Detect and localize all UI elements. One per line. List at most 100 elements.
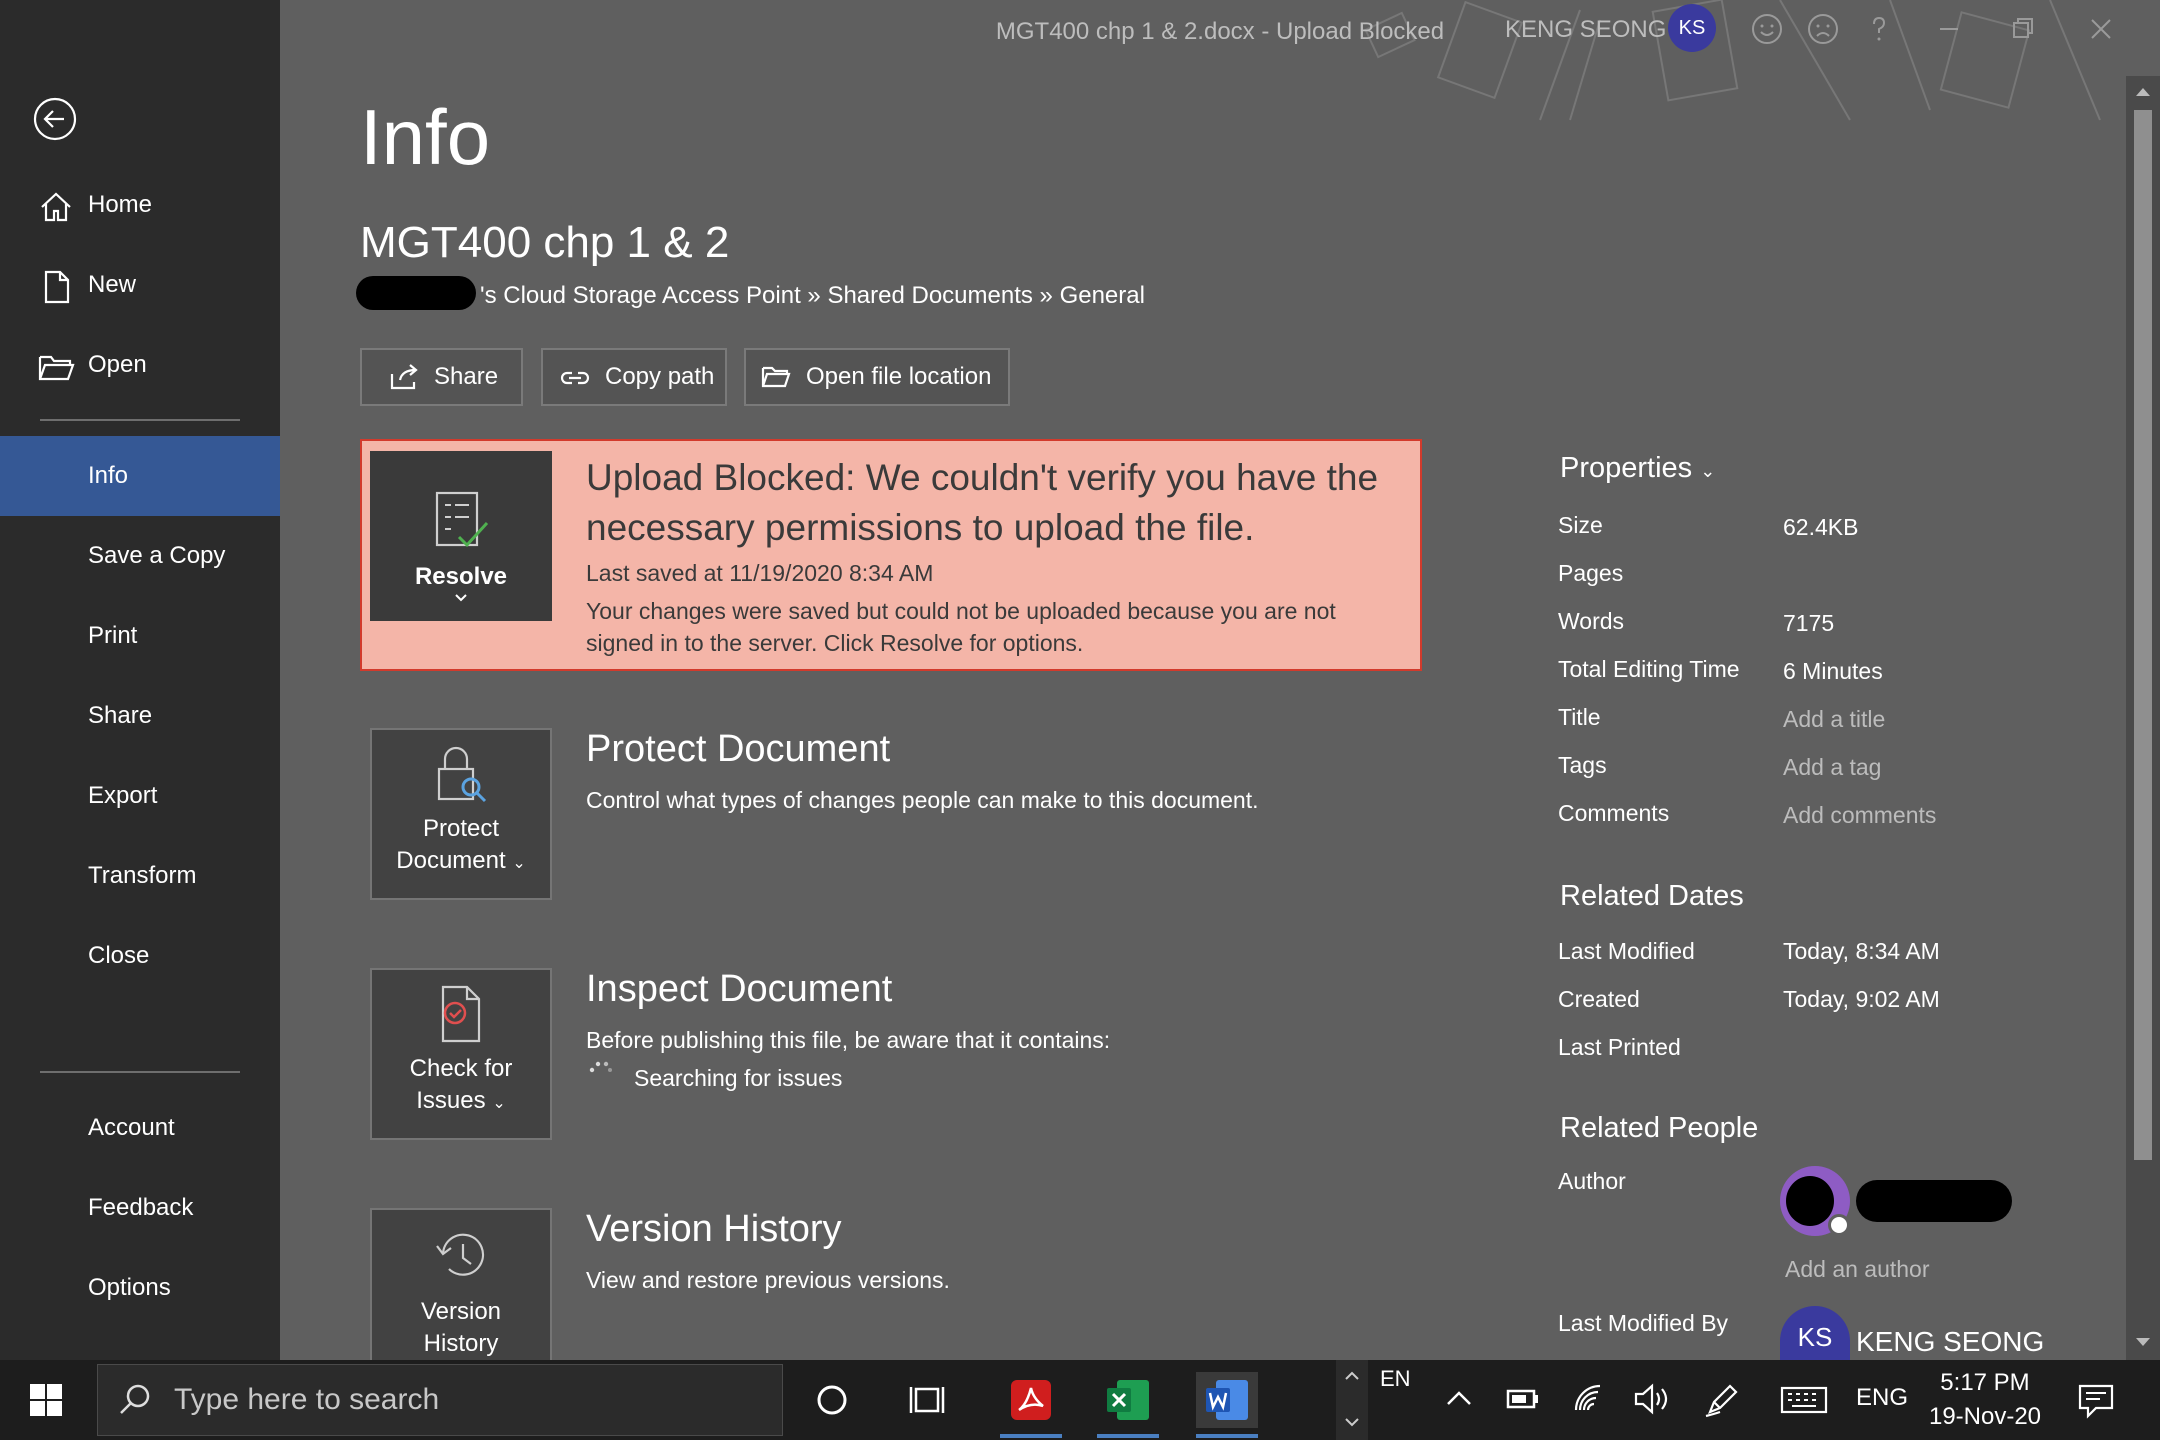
redaction-mark (1856, 1180, 2012, 1222)
date-label-created: Created (1558, 986, 1640, 1012)
notifications-icon[interactable] (2076, 1380, 2116, 1420)
nav-info[interactable]: Info (0, 436, 280, 516)
nav-transform[interactable]: Transform (0, 836, 280, 916)
nav-options[interactable]: Options (0, 1248, 280, 1328)
nav-account[interactable]: Account (0, 1088, 280, 1168)
close-window-icon[interactable] (2084, 12, 2118, 46)
windows-start-icon[interactable] (28, 1382, 64, 1418)
date-value-last-modified: Today, 8:34 AM (1783, 938, 1940, 964)
open-file-location-label: Open file location (806, 363, 992, 390)
inspect-tile-label-2-text: Issues (416, 1087, 486, 1114)
task-view-button[interactable] (896, 1372, 958, 1428)
taskbar-search-box[interactable]: Type here to search (97, 1364, 783, 1436)
taskbar-clock[interactable]: 5:17 PM 19-Nov-20 (1925, 1366, 2045, 1434)
nav-feedback-label: Feedback (88, 1194, 194, 1221)
nav-info-label: Info (88, 462, 129, 489)
properties-dropdown[interactable]: Properties ⌄ (1560, 452, 1715, 485)
inspect-tile-label-1: Check for (409, 1055, 513, 1082)
volume-icon[interactable] (1632, 1382, 1672, 1416)
nav-new-label: New (88, 271, 137, 298)
nav-export[interactable]: Export (0, 756, 280, 836)
redaction-mark (356, 276, 476, 310)
frown-feedback-icon[interactable] (1806, 12, 1840, 46)
share-icon (390, 364, 418, 390)
word-icon (1206, 1380, 1248, 1420)
share-button[interactable]: Share (360, 348, 523, 406)
back-arrow-icon (33, 97, 77, 141)
date-label-last-modified: Last Modified (1558, 938, 1695, 964)
open-folder-icon (38, 355, 75, 381)
help-icon[interactable] (1862, 12, 1896, 46)
prop-value-tags[interactable]: Add a tag (1783, 754, 1881, 781)
resolve-label: Resolve (414, 563, 508, 590)
backstage-sidebar: Home New Open Info Save a Copy Print Sha… (0, 0, 280, 1360)
search-icon (120, 1384, 150, 1414)
lang-indicator[interactable]: EN (1380, 1366, 1411, 1392)
nav-new[interactable]: New (0, 245, 280, 325)
upload-blocked-alert: Resolve Upload Blocked: We couldn't veri… (360, 439, 1422, 671)
inspect-heading: Inspect Document (586, 968, 893, 1010)
protect-document-button[interactable]: Protect Document ⌄ (370, 728, 552, 900)
scroll-down-arrow-icon[interactable] (2132, 1332, 2154, 1352)
user-name: KENG SEONG (1505, 16, 1667, 43)
wifi-icon[interactable] (1572, 1382, 1608, 1416)
scroll-thumb[interactable] (2134, 110, 2152, 1160)
nav-open[interactable]: Open (0, 325, 280, 405)
prop-label-editing-time: Total Editing Time (1558, 656, 1740, 682)
show-hidden-icons-chevron-icon[interactable] (1442, 1382, 1476, 1416)
nav-home[interactable]: Home (0, 165, 280, 245)
copy-path-button[interactable]: Copy path (541, 348, 727, 406)
nav-export-label: Export (88, 782, 158, 809)
open-file-location-button[interactable]: Open file location (744, 348, 1010, 406)
running-indicator (1097, 1434, 1159, 1438)
author-avatar[interactable] (1780, 1166, 1850, 1236)
home-icon (41, 192, 71, 222)
presence-status-icon (1828, 1214, 1850, 1236)
prop-label-title: Title (1558, 704, 1601, 730)
smile-feedback-icon[interactable] (1750, 12, 1784, 46)
scroll-up-arrow-icon[interactable] (2132, 82, 2154, 102)
restore-icon[interactable] (2006, 12, 2040, 46)
chevron-down-icon: ⌄ (492, 1095, 506, 1112)
back-button[interactable] (32, 96, 78, 142)
title-bar: MGT400 chp 1 & 2.docx - Upload Blocked K… (280, 0, 2160, 121)
taskbar-word[interactable] (1196, 1372, 1258, 1438)
resolve-button[interactable]: Resolve (370, 451, 552, 621)
document-name: MGT400 chp 1 & 2 (360, 218, 730, 267)
pen-workspace-icon[interactable] (1704, 1382, 1740, 1418)
nav-feedback[interactable]: Feedback (0, 1168, 280, 1248)
nav-print[interactable]: Print (0, 596, 280, 676)
prop-value-title[interactable]: Add a title (1783, 706, 1885, 733)
cortana-button[interactable] (801, 1372, 863, 1428)
taskbar-excel[interactable] (1097, 1372, 1159, 1438)
prop-label-size: Size (1558, 512, 1603, 538)
chevron-down-icon: ⌄ (1700, 461, 1716, 481)
nav-open-label: Open (88, 351, 147, 378)
input-language[interactable]: ENG (1856, 1384, 1908, 1412)
touch-keyboard-icon[interactable] (1780, 1384, 1828, 1416)
version-history-button[interactable]: Version History (370, 1208, 552, 1380)
nav-close[interactable]: Close (0, 916, 280, 996)
running-indicator (1196, 1434, 1258, 1438)
nav-save-a-copy[interactable]: Save a Copy (0, 516, 280, 596)
loading-spinner-icon (589, 1061, 612, 1073)
protect-tile-label-2: Document ⌄ (396, 845, 525, 880)
nav-options-label: Options (88, 1274, 171, 1301)
prop-value-comments[interactable]: Add comments (1783, 802, 1936, 829)
alert-message: Your changes were saved but could not be… (586, 598, 1336, 656)
task-view-icon (909, 1387, 945, 1413)
vertical-scrollbar[interactable] (2126, 76, 2160, 1360)
check-for-issues-button[interactable]: Check for Issues ⌄ (370, 968, 552, 1140)
battery-icon[interactable] (1505, 1382, 1541, 1416)
version-heading: Version History (586, 1208, 842, 1250)
nav-share[interactable]: Share (0, 676, 280, 756)
date-label-last-printed: Last Printed (1558, 1034, 1681, 1060)
add-author-link[interactable]: Add an author (1785, 1256, 1930, 1283)
taskbar-acrobat[interactable] (1000, 1372, 1062, 1438)
user-avatar[interactable]: KS (1668, 4, 1716, 52)
inspect-document-icon (441, 985, 481, 1043)
input-scroll-widget[interactable] (1336, 1360, 1368, 1440)
minimize-icon[interactable] (1932, 12, 1966, 46)
document-path[interactable]: 's Cloud Storage Access Point » Shared D… (360, 282, 1145, 310)
document-path-text: 's Cloud Storage Access Point » Shared D… (480, 282, 1145, 309)
